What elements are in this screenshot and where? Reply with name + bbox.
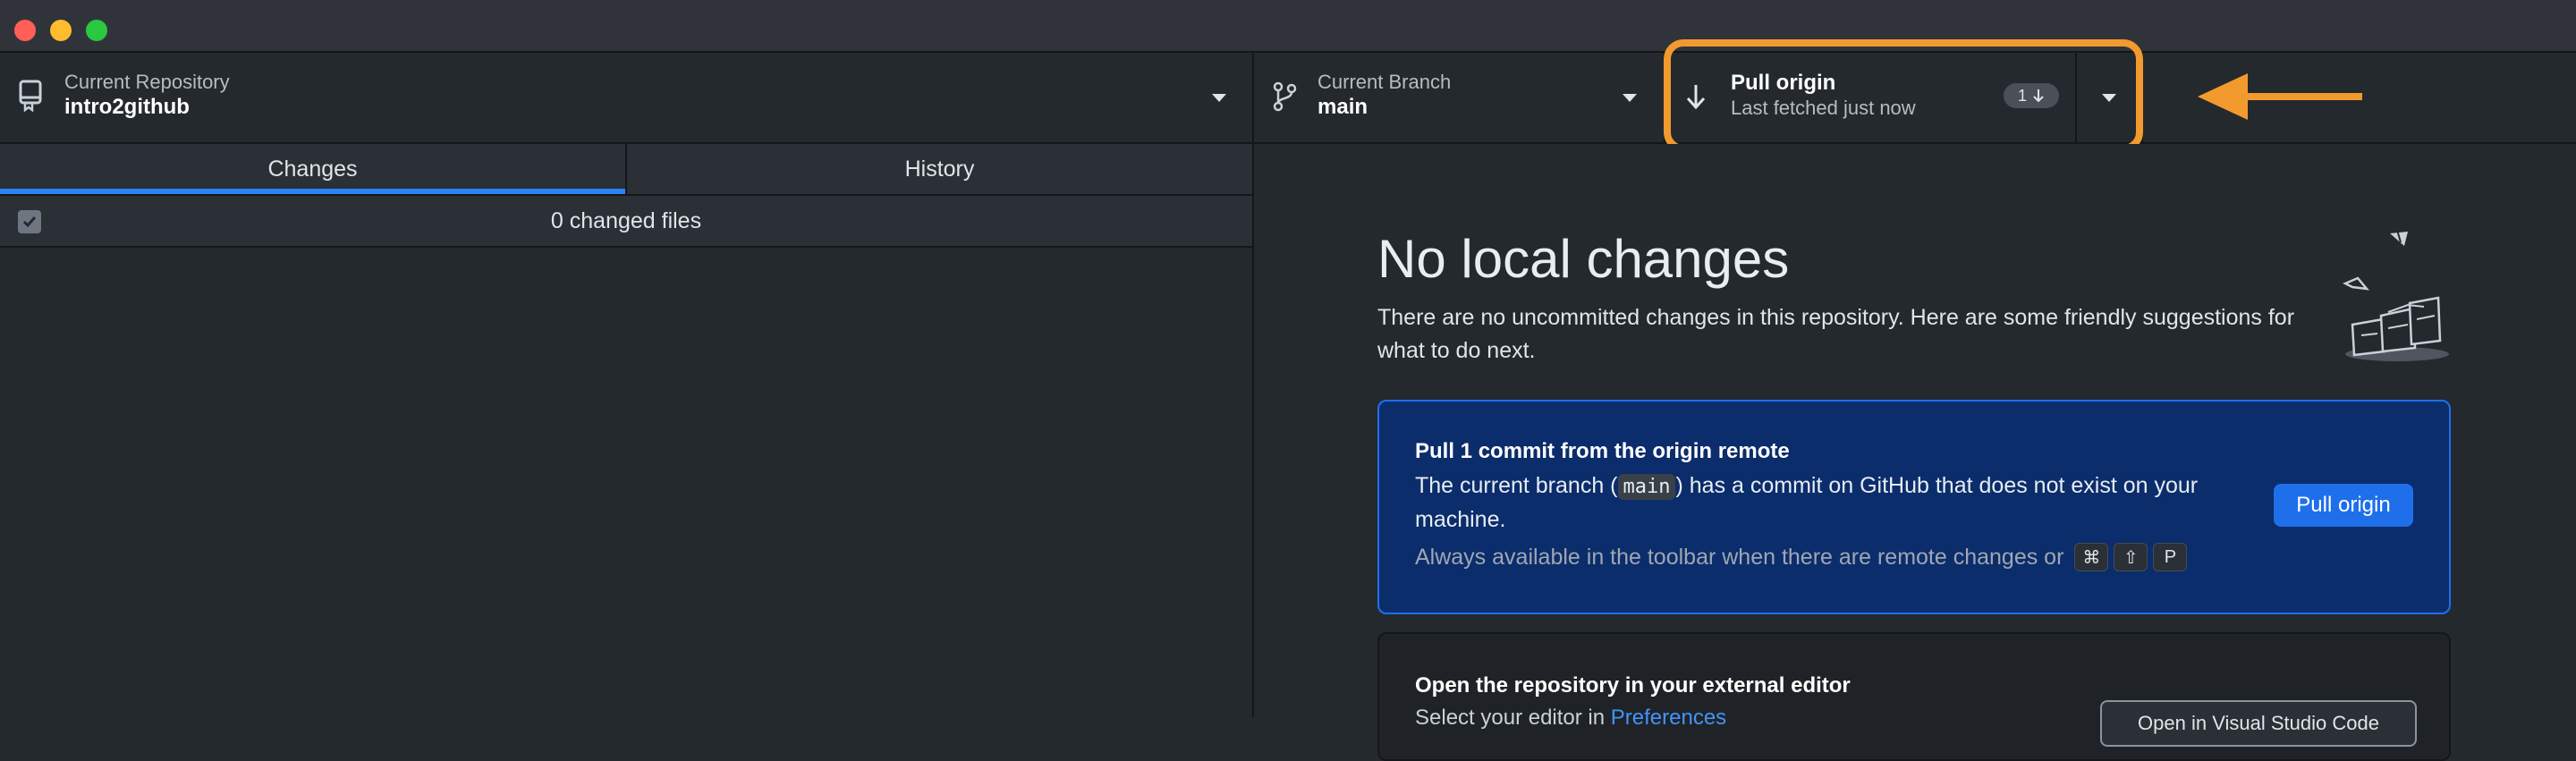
pull-card-hint-text: Always available in the toolbar when the… [1415, 544, 2064, 570]
title-bar [0, 0, 2576, 53]
select-all-checkbox[interactable] [18, 210, 41, 233]
repository-icon [19, 80, 42, 112]
close-window-button[interactable] [14, 20, 36, 41]
open-in-editor-button[interactable]: Open in Visual Studio Code [2100, 700, 2417, 747]
minimize-window-button[interactable] [50, 20, 72, 41]
sidebar: Changes History 0 changed files [0, 144, 1252, 717]
boxes-illustration [2343, 229, 2449, 361]
pull-card-description: The current branch (main) has a commit o… [1415, 469, 2238, 537]
current-repository-name: intro2github [64, 95, 190, 119]
current-branch-name: main [1318, 95, 1368, 119]
main-pane: No local changes There are no uncommitte… [1254, 144, 2576, 761]
maximize-window-button[interactable] [86, 20, 107, 41]
editor-card-title: Open the repository in your external edi… [1415, 673, 1851, 698]
chevron-down-icon [1212, 94, 1226, 102]
editor-card-subtitle-text: Select your editor in [1415, 706, 1606, 730]
shift-key: ⇧ [2114, 543, 2148, 571]
pull-card-hint: Always available in the toolbar when the… [1415, 543, 2188, 571]
annotation-arrow [2198, 73, 2362, 120]
current-branch-label: Current Branch [1318, 71, 1452, 93]
p-key: P [2153, 543, 2188, 571]
editor-card-subtitle: Select your editor in Preferences [1415, 706, 1726, 731]
pull-origin-card-button[interactable]: Pull origin [2274, 484, 2413, 527]
preferences-link[interactable]: Preferences [1611, 706, 1726, 730]
current-repository-dropdown[interactable]: Current Repository intro2github [0, 53, 1252, 142]
sidebar-tabs: Changes History [0, 144, 1252, 196]
tab-history[interactable]: History [627, 144, 1252, 194]
page-title: No local changes [1377, 229, 1790, 289]
changed-files-header: 0 changed files [0, 196, 1252, 248]
annotation-highlight-box [1664, 39, 2143, 152]
selected-tab-indicator [0, 189, 625, 194]
pull-commits-card: Pull 1 commit from the origin remote The… [1377, 400, 2451, 614]
toolbar: Current Repository intro2github Current … [0, 53, 2576, 144]
current-repository-label: Current Repository [64, 71, 230, 93]
checkmark-icon [22, 216, 37, 228]
git-branch-icon [1273, 81, 1297, 112]
branch-code: main [1617, 474, 1676, 500]
chevron-down-icon [1623, 94, 1637, 102]
current-branch-dropdown[interactable]: Current Branch main [1254, 53, 1664, 142]
changed-files-count: 0 changed files [550, 207, 702, 233]
command-key: ⌘ [2074, 543, 2109, 571]
no-changes-description: There are no uncommitted changes in this… [1377, 305, 2295, 363]
pull-card-title: Pull 1 commit from the origin remote [1415, 439, 1790, 463]
tab-changes[interactable]: Changes [0, 144, 625, 194]
pull-card-text: The current branch ( [1415, 473, 1618, 498]
open-editor-card: Open the repository in your external edi… [1377, 632, 2451, 761]
